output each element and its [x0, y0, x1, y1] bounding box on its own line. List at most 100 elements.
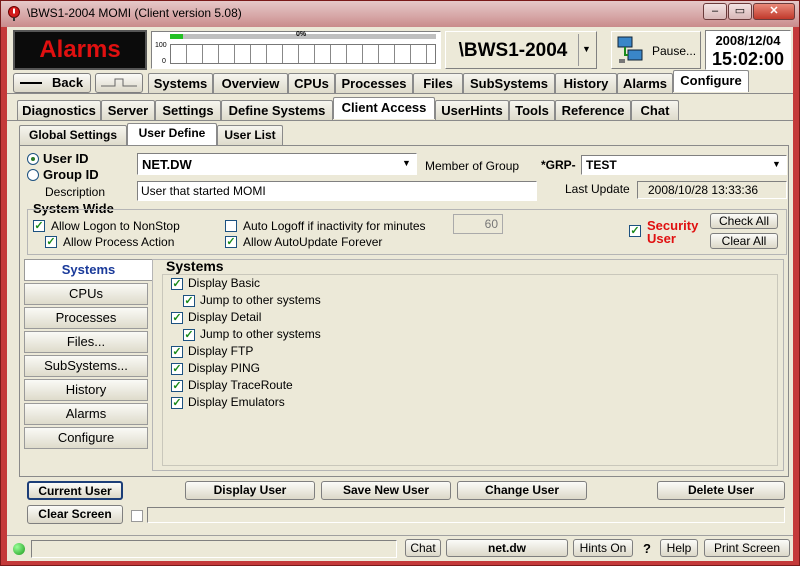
- tab-configure[interactable]: Configure: [673, 70, 749, 92]
- display-user-button[interactable]: Display User: [185, 481, 315, 500]
- allow-autoupdate-label: Allow AutoUpdate Forever: [243, 235, 383, 249]
- user-label: User: [647, 231, 676, 246]
- tab-subsystems[interactable]: SubSystems: [463, 73, 555, 93]
- display-detail-checkbox[interactable]: ✓: [171, 312, 183, 324]
- nav-files[interactable]: Files...: [24, 331, 148, 353]
- allow-process-checkbox[interactable]: ✓: [45, 236, 57, 248]
- tab-userhints[interactable]: UserHints: [435, 100, 509, 120]
- jump-other-systems-basic-checkbox[interactable]: ✓: [183, 295, 195, 307]
- auto-logoff-checkbox[interactable]: ✓: [225, 220, 237, 232]
- back-label: Back: [52, 75, 84, 90]
- date-display: 2008/12/04: [715, 33, 781, 48]
- tab-files[interactable]: Files: [413, 73, 463, 93]
- save-new-user-button[interactable]: Save New User: [321, 481, 451, 500]
- option-checkbox[interactable]: ✓: [131, 510, 143, 522]
- allow-autoupdate-checkbox[interactable]: ✓: [225, 236, 237, 248]
- last-update-value: 2008/10/28 13:33:36: [648, 183, 759, 197]
- back-arrow-icon: [20, 82, 42, 84]
- nav-processes[interactable]: Processes: [24, 307, 148, 329]
- tab-history[interactable]: History: [555, 73, 617, 93]
- nav-subsystems[interactable]: SubSystems...: [24, 355, 148, 377]
- chat-button[interactable]: Chat: [405, 539, 441, 557]
- chevron-down-icon[interactable]: ▼: [578, 34, 594, 66]
- nav-systems[interactable]: Systems: [24, 259, 152, 281]
- chevron-down-icon[interactable]: ▼: [402, 158, 411, 168]
- window-title: \BWS1-2004 MOMI (Client version 5.08): [27, 6, 242, 20]
- display-emulators-checkbox[interactable]: ✓: [171, 397, 183, 409]
- close-button[interactable]: ✕: [753, 3, 795, 20]
- tab-cpus[interactable]: CPUs: [288, 73, 335, 93]
- nav-alarms[interactable]: Alarms: [24, 403, 148, 425]
- help-button[interactable]: Help: [660, 539, 698, 557]
- tab-user-define[interactable]: User Define: [127, 123, 217, 145]
- security-user-checkbox[interactable]: ✓: [629, 225, 641, 237]
- message-field: [147, 507, 785, 523]
- maximize-button[interactable]: ▭: [728, 3, 752, 20]
- tab-diagnostics[interactable]: Diagnostics: [17, 100, 101, 120]
- display-ftp-checkbox[interactable]: ✓: [171, 346, 183, 358]
- allow-logon-label: Allow Logon to NonStop: [51, 219, 180, 233]
- description-value: User that started MOMI: [141, 184, 266, 198]
- auto-logoff-minutes-field[interactable]: 60: [453, 214, 503, 234]
- tab-define-systems[interactable]: Define Systems: [221, 100, 333, 120]
- nav-configure[interactable]: Configure: [24, 427, 148, 449]
- nav-cpus[interactable]: CPUs: [24, 283, 148, 305]
- member-of-group-label: Member of Group: [425, 159, 520, 173]
- time-display: 15:02:00: [711, 49, 785, 69]
- tab-global-settings[interactable]: Global Settings: [19, 125, 127, 145]
- alarms-indicator[interactable]: Alarms: [13, 30, 147, 70]
- tab-server[interactable]: Server: [101, 100, 155, 120]
- tab-overview[interactable]: Overview: [213, 73, 288, 93]
- description-label: Description: [45, 185, 106, 199]
- group-combobox[interactable]: TEST ▼: [581, 155, 787, 175]
- tab-processes[interactable]: Processes: [335, 73, 413, 93]
- app-alert-icon: [8, 6, 20, 21]
- user-id-radio[interactable]: [27, 153, 39, 165]
- auto-logoff-label: Auto Logoff if inactivity for minutes: [243, 219, 426, 233]
- clear-all-button[interactable]: Clear All: [710, 233, 778, 249]
- tab-user-list[interactable]: User List: [217, 125, 283, 145]
- user-combobox[interactable]: NET.DW ▼: [137, 153, 417, 175]
- display-basic-checkbox[interactable]: ✓: [171, 278, 183, 290]
- display-traceroute-checkbox[interactable]: ✓: [171, 380, 183, 392]
- delete-user-button[interactable]: Delete User: [657, 481, 785, 500]
- forward-button[interactable]: [95, 73, 143, 93]
- minimize-button[interactable]: –: [703, 3, 727, 20]
- gauge-fill: [170, 34, 184, 39]
- check-all-button[interactable]: Check All: [710, 213, 778, 229]
- system-name: \BWS1-2004: [458, 40, 568, 61]
- hints-on-button[interactable]: Hints On: [573, 539, 633, 557]
- clear-screen-button[interactable]: Clear Screen: [27, 505, 123, 524]
- print-screen-button[interactable]: Print Screen: [704, 539, 790, 557]
- current-user-button[interactable]: Current User: [27, 481, 123, 500]
- display-ping-label: Display PING: [188, 361, 261, 375]
- status-bar: Chat net.dw Hints On ? Help Print Screen: [7, 535, 793, 561]
- current-user-display[interactable]: net.dw: [446, 539, 568, 557]
- pause-button[interactable]: Pause...: [611, 31, 701, 69]
- jump-other-systems-detail-checkbox[interactable]: ✓: [183, 329, 195, 341]
- auto-logoff-minutes: 60: [484, 217, 498, 231]
- last-update-field: 2008/10/28 13:33:36: [637, 181, 787, 199]
- group-id-radio[interactable]: [27, 169, 39, 181]
- allow-logon-checkbox[interactable]: ✓: [33, 220, 45, 232]
- tab-reference[interactable]: Reference: [555, 100, 631, 120]
- change-user-button[interactable]: Change User: [457, 481, 587, 500]
- tab-client-access[interactable]: Client Access: [333, 97, 435, 119]
- display-traceroute-label: Display TraceRoute: [188, 378, 293, 392]
- display-ping-checkbox[interactable]: ✓: [171, 363, 183, 375]
- tab-systems[interactable]: Systems: [148, 73, 213, 93]
- description-field[interactable]: User that started MOMI: [137, 181, 537, 201]
- forward-arrow-icon: [101, 78, 137, 87]
- chevron-down-icon[interactable]: ▼: [772, 159, 781, 169]
- system-selector[interactable]: \BWS1-2004 ▼: [445, 31, 597, 69]
- tab-chat[interactable]: Chat: [631, 100, 679, 120]
- tab-settings[interactable]: Settings: [155, 100, 221, 120]
- tab-alarms[interactable]: Alarms: [617, 73, 673, 93]
- tab-tools[interactable]: Tools: [509, 100, 555, 120]
- app-window: \BWS1-2004 MOMI (Client version 5.08) – …: [0, 0, 800, 566]
- datetime-display: 2008/12/04 15:02:00: [705, 30, 791, 70]
- question-icon[interactable]: ?: [643, 541, 651, 556]
- back-button[interactable]: Back: [13, 73, 91, 93]
- nav-history[interactable]: History: [24, 379, 148, 401]
- display-basic-label: Display Basic: [188, 276, 261, 290]
